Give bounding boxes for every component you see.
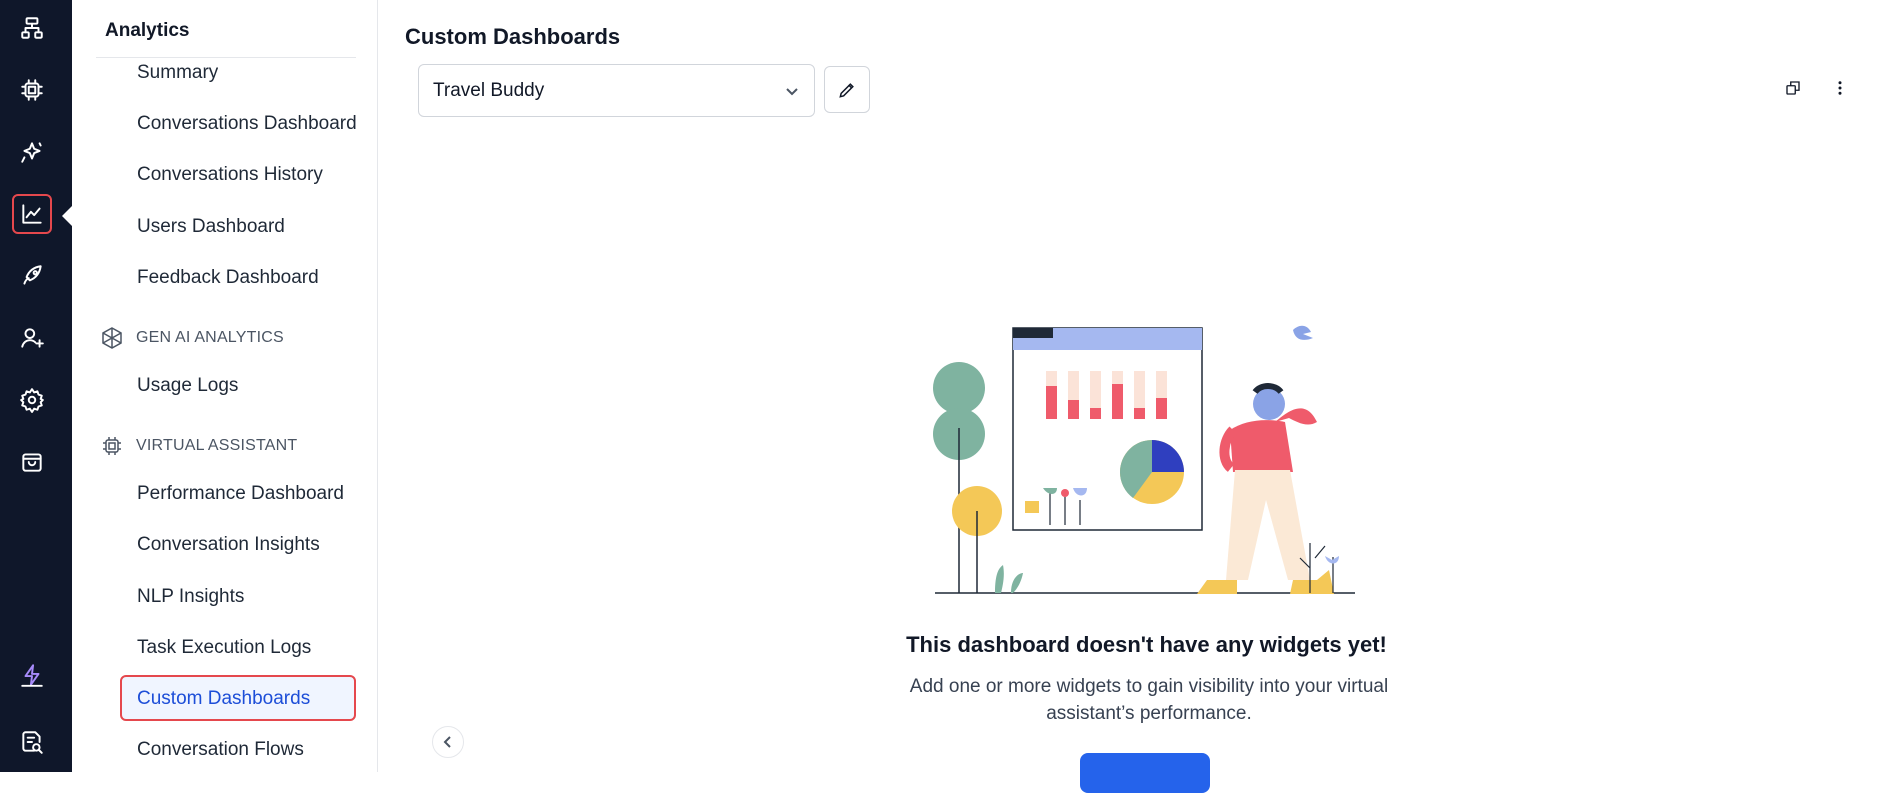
add-widget-button[interactable] xyxy=(1080,753,1210,793)
nav-item-feedback-dashboard[interactable]: Feedback Dashboard xyxy=(137,267,319,289)
lightning-icon[interactable] xyxy=(12,655,52,695)
search-doc-icon[interactable] xyxy=(12,722,52,762)
cube-icon xyxy=(102,327,122,349)
section-label: VIRTUAL ASSISTANT xyxy=(136,437,298,454)
sparkles-icon[interactable] xyxy=(12,132,52,172)
more-options-button[interactable] xyxy=(1825,73,1855,103)
nav-item-task-execution-logs[interactable]: Task Execution Logs xyxy=(137,637,311,659)
add-user-icon[interactable] xyxy=(12,318,52,358)
nav-item-usage-logs[interactable]: Usage Logs xyxy=(137,375,238,397)
nav-item-summary[interactable]: Summary xyxy=(137,62,218,84)
section-virtual-assistant: VIRTUAL ASSISTANT xyxy=(100,434,297,458)
dashboard-select-value: Travel Buddy xyxy=(433,79,545,101)
rocket-icon[interactable] xyxy=(12,256,52,296)
nav-item-conversation-flows[interactable]: Conversation Flows xyxy=(137,739,304,761)
active-pointer xyxy=(62,206,72,226)
flow-icon[interactable] xyxy=(12,8,52,48)
nav-item-conversations-history[interactable]: Conversations History xyxy=(137,164,323,186)
gear-icon[interactable] xyxy=(12,380,52,420)
nav-item-nlp-insights[interactable]: NLP Insights xyxy=(137,586,244,608)
page-title: Custom Dashboards xyxy=(405,24,621,49)
dashboard-select[interactable]: Travel Buddy xyxy=(418,64,815,117)
divider xyxy=(96,57,356,58)
nav-item-performance-dashboard[interactable]: Performance Dashboard xyxy=(137,483,344,505)
empty-state-description: Add one or more widgets to gain visibili… xyxy=(909,676,1389,724)
edit-dashboard-button[interactable] xyxy=(824,66,870,113)
analytics-subnav: Analytics Summary Conversations Dashboar… xyxy=(72,0,464,772)
chevron-down-icon xyxy=(786,87,798,95)
main-content: Custom Dashboards Travel Buddy This dash… xyxy=(379,0,1877,793)
empty-state-illustration xyxy=(933,325,1355,594)
subnav-title: Analytics xyxy=(105,20,190,41)
chip-icon xyxy=(103,437,121,455)
more-vertical-icon xyxy=(1838,81,1842,95)
icon-rail xyxy=(0,0,72,772)
nav-item-conversations-dashboard[interactable]: Conversations Dashboard xyxy=(137,113,357,135)
copy-icon xyxy=(1786,81,1800,95)
nav-item-custom-dashboards[interactable]: Custom Dashboards xyxy=(137,688,310,710)
duplicate-button[interactable] xyxy=(1778,73,1808,103)
nav-item-conversation-insights[interactable]: Conversation Insights xyxy=(137,534,320,556)
section-genai-analytics: GEN AI ANALYTICS xyxy=(100,326,284,350)
nav-item-users-dashboard[interactable]: Users Dashboard xyxy=(137,216,285,238)
empty-state-title: This dashboard doesn't have any widgets … xyxy=(906,632,1387,657)
shopping-bag-icon[interactable] xyxy=(12,442,52,482)
section-label: GEN AI ANALYTICS xyxy=(136,329,284,346)
chip-icon[interactable] xyxy=(12,70,52,110)
pencil-icon xyxy=(839,82,854,98)
analytics-chart-icon[interactable] xyxy=(12,194,52,234)
